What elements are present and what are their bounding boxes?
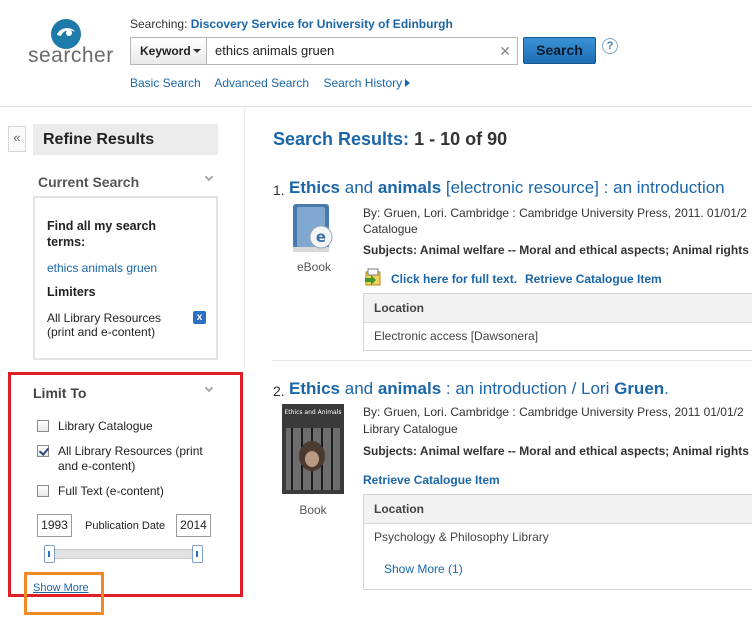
limit-to-title[interactable]: Limit To: [33, 385, 86, 401]
result-2-type: Book: [299, 503, 327, 517]
year-from-input[interactable]: 1993: [37, 514, 72, 537]
result-2-byline: By: Gruen, Lori. Cambridge : Cambridge U…: [363, 405, 744, 419]
result-2-title-part: and: [340, 379, 378, 398]
collapse-sidebar-button[interactable]: «: [8, 126, 26, 152]
location-header: Location: [364, 294, 752, 323]
current-search-title[interactable]: Current Search: [38, 174, 139, 190]
current-search-panel: Find all my search terms: ethics animals…: [33, 196, 218, 360]
refine-results-title: Refine Results: [33, 124, 218, 155]
triangle-right-icon: [405, 79, 411, 87]
search-button[interactable]: Search: [523, 37, 596, 64]
result-1-title-part: [electronic resource] : an introduction: [441, 178, 725, 197]
checkbox-full-text[interactable]: [37, 485, 49, 497]
result-2-title-part: Ethics: [289, 379, 341, 398]
result-1-subjects: Subjects: Animal welfare -- Moral and et…: [363, 243, 749, 257]
book-cover-image[interactable]: Ethics and Animals: [282, 404, 344, 494]
search-bar: Keyword ethics animals gruen ✕: [130, 37, 518, 65]
full-text-icon[interactable]: [363, 267, 383, 287]
date-range-slider[interactable]: [44, 549, 202, 559]
slider-min-handle[interactable]: [44, 545, 55, 563]
result-1-retrieve-link[interactable]: Retrieve Catalogue Item: [525, 272, 662, 286]
help-icon[interactable]: ?: [602, 38, 618, 54]
result-2-number: 2.: [273, 383, 285, 399]
logo-text: searcher: [28, 44, 114, 67]
result-divider: [272, 360, 752, 361]
clear-search-icon[interactable]: ✕: [499, 38, 511, 64]
result-1-type: eBook: [296, 260, 332, 274]
search-subnav: Basic Search Advanced Search Search Hist…: [130, 76, 411, 90]
remove-limiter-icon[interactable]: x: [193, 311, 206, 324]
results-count: 1 - 10 of 90: [414, 129, 508, 149]
year-to-input[interactable]: 2014: [176, 514, 211, 537]
label-all-library-resources[interactable]: All Library Resources (print and e-conte…: [58, 444, 218, 474]
basic-search-link[interactable]: Basic Search: [130, 76, 201, 90]
publication-date-label: Publication Date: [85, 520, 166, 532]
caret-down-icon: [193, 49, 201, 53]
limiters-label: Limiters: [47, 285, 96, 299]
search-history-label: Search History: [323, 76, 403, 90]
searching-line: Searching: Discovery Service for Univers…: [130, 17, 453, 31]
label-full-text[interactable]: Full Text (e-content): [58, 484, 164, 499]
show-more-link[interactable]: Show More: [33, 582, 89, 594]
location-row: Electronic access [Dawsonera]: [374, 329, 539, 343]
search-history-link[interactable]: Search History: [323, 76, 411, 90]
result-1-byline: By: Gruen, Lori. Cambridge : Cambridge U…: [363, 206, 747, 220]
result-1-title-link[interactable]: Ethics and animals [electronic resource]…: [289, 178, 725, 198]
checkbox-all-library-resources[interactable]: [37, 445, 49, 457]
result-1-location-table: Location Electronic access [Dawsonera]: [363, 293, 752, 351]
sidebar-divider: [244, 108, 245, 368]
result-1-title-part: animals: [377, 178, 442, 197]
result-1-number: 1.: [273, 182, 285, 198]
advanced-search-link[interactable]: Advanced Search: [214, 76, 309, 90]
results-label: Search Results:: [273, 129, 410, 149]
current-search-terms-link[interactable]: ethics animals gruen: [47, 261, 157, 275]
result-2-retrieve-link[interactable]: Retrieve Catalogue Item: [363, 473, 500, 487]
slider-max-handle[interactable]: [192, 545, 203, 563]
find-all-terms-label: Find all my search terms:: [47, 219, 157, 249]
result-2-title-part: Gruen: [614, 379, 665, 398]
label-library-catalogue[interactable]: Library Catalogue: [58, 419, 153, 434]
searching-label: Searching:: [130, 17, 188, 31]
location-row: Psychology & Philosophy Library: [374, 530, 549, 544]
full-text-link[interactable]: Click here for full text.: [391, 272, 517, 286]
header-divider: [0, 106, 752, 107]
searching-source-link[interactable]: Discovery Service for University of Edin…: [191, 17, 453, 31]
result-2-source: Library Catalogue: [363, 422, 458, 436]
show-more-locations-link[interactable]: Show More (1): [384, 562, 463, 576]
result-2-title-part: animals: [377, 379, 442, 398]
result-2-subjects: Subjects: Animal welfare -- Moral and et…: [363, 444, 749, 458]
result-1-source: Catalogue: [363, 222, 418, 236]
result-1-title-part: and: [340, 178, 378, 197]
svg-text:e: e: [316, 228, 326, 246]
current-search-chevron-icon[interactable]: [204, 172, 214, 182]
checkbox-library-catalogue[interactable]: [37, 420, 49, 432]
search-input[interactable]: ethics animals gruen: [215, 38, 334, 64]
result-2-title-link[interactable]: Ethics and animals : an introduction / L…: [289, 379, 669, 399]
search-field-select[interactable]: Keyword: [131, 38, 207, 64]
search-field-value: Keyword: [140, 44, 191, 58]
ebook-icon[interactable]: e: [291, 203, 333, 255]
result-2-title-part: .: [664, 379, 669, 398]
limiter-value: All Library Resources (print and e-conte…: [47, 311, 162, 339]
result-2-title-part: : an introduction / Lori: [441, 379, 615, 398]
result-1-title-part: Ethics: [289, 178, 341, 197]
results-heading: Search Results: 1 - 10 of 90: [273, 129, 507, 150]
searcher-logo[interactable]: searcher: [28, 18, 113, 68]
location-header: Location: [364, 495, 752, 524]
book-cover-title: Ethics and Animals: [284, 409, 341, 416]
